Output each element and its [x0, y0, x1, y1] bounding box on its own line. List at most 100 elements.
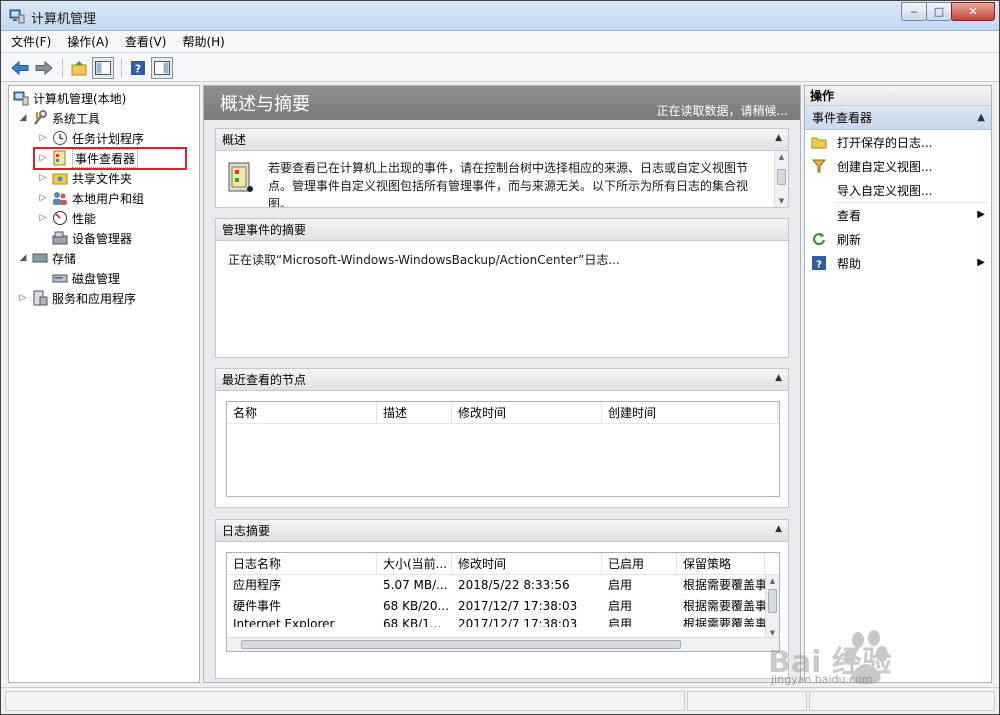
scroll-up-icon[interactable]: ▲ — [775, 151, 788, 163]
recent-nodes-section-header[interactable]: 最近查看的节点 ▲ — [216, 369, 788, 391]
back-button[interactable] — [9, 57, 31, 79]
overview-section-header[interactable]: 概述 ▲ — [216, 129, 788, 151]
minimize-button[interactable]: ‒ — [901, 2, 927, 21]
overview-header: 概述与摘要 正在读取数据，请稍候... — [204, 86, 800, 120]
column-header[interactable]: 已启用 — [602, 553, 677, 575]
collapse-arrow-icon[interactable]: ▲ — [775, 373, 782, 383]
log-table-hscrollbar[interactable] — [227, 637, 779, 651]
menu-file[interactable]: 文件(F) — [11, 33, 51, 50]
menu-view[interactable]: 查看(V) — [125, 33, 167, 50]
tree-label: 任务计划程序 — [72, 131, 145, 146]
forward-button[interactable] — [33, 57, 55, 79]
collapse-arrow-icon[interactable]: ▲ — [977, 106, 985, 130]
column-header[interactable]: 大小(当前... — [377, 553, 452, 575]
maximize-button[interactable]: □ — [926, 2, 952, 21]
action-label: 查看 — [837, 208, 862, 223]
services-icon — [33, 290, 48, 306]
menu-help[interactable]: 帮助(H) — [182, 33, 224, 50]
log-summary-section-header[interactable]: 日志摘要 ▲ — [216, 520, 788, 542]
tree-item-disk-management[interactable]: 磁盘管理 — [52, 268, 120, 288]
overview-scrollbar[interactable]: ▲ ▼ — [774, 151, 788, 207]
recent-nodes-section: 最近查看的节点 ▲ 名称 描述 修改时间 创建时间 — [215, 368, 789, 508]
expand-triangle-icon[interactable]: ▷ — [37, 173, 49, 183]
toolbar-separator — [62, 57, 63, 78]
toolbar: ? — [1, 54, 999, 82]
tree-item-shared-folders[interactable]: ▷ 共享文件夹 — [37, 168, 132, 188]
cell-enabled: 启用 — [608, 599, 633, 613]
expand-triangle-icon[interactable]: ▷ — [37, 193, 49, 203]
tree-item-local-users[interactable]: ▷ 本地用户和组 — [37, 188, 144, 208]
expand-triangle-icon[interactable]: ▷ — [37, 133, 49, 143]
collapse-triangle-icon[interactable]: ◢ — [17, 113, 29, 123]
cell-modified: 2018/5/22 8:33:56 — [458, 578, 570, 592]
table-row[interactable]: Internet Explorer 68 KB/1... 2017/12/7 1… — [227, 617, 779, 627]
tree-label: 设备管理器 — [72, 231, 133, 246]
action-create-custom-view[interactable]: 创建自定义视图... — [805, 154, 991, 178]
up-folder-icon — [71, 60, 87, 75]
admin-events-section-header[interactable]: 管理事件的摘要 — [216, 219, 788, 241]
column-header[interactable]: 名称 — [227, 402, 377, 424]
reading-log-text: 正在读取“Microsoft-Windows-WindowsBackup/Act… — [228, 253, 620, 267]
action-view[interactable]: 查看 ▶ — [805, 203, 991, 227]
collapse-triangle-icon[interactable]: ◢ — [17, 253, 29, 263]
table-row[interactable]: 硬件事件 68 KB/20... 2017/12/7 17:38:03 启用 根… — [227, 596, 779, 617]
action-label: 帮助 — [837, 256, 862, 271]
window-title: 计算机管理 — [31, 12, 97, 27]
action-refresh[interactable]: 刷新 — [805, 227, 991, 251]
action-pane-icon — [154, 60, 170, 75]
column-header[interactable]: 描述 — [377, 402, 452, 424]
tree-label: 共享文件夹 — [72, 171, 133, 186]
table-header: 名称 描述 修改时间 创建时间 — [227, 402, 779, 424]
toolbar-separator — [121, 57, 122, 78]
actions-subheader[interactable]: 事件查看器 ▲ — [805, 106, 991, 130]
close-button[interactable]: ✕ — [951, 2, 995, 21]
tree-root[interactable]: 计算机管理(本地) — [13, 88, 126, 108]
column-header[interactable]: 修改时间 — [452, 553, 602, 575]
table-row[interactable]: 应用程序 5.07 MB/... 2018/5/22 8:33:56 启用 根据… — [227, 575, 779, 596]
scroll-thumb[interactable] — [768, 589, 777, 613]
page-title: 概述与摘要 — [220, 94, 310, 115]
tree-item-system-tools[interactable]: ◢ 系统工具 — [17, 108, 100, 128]
column-header[interactable]: 日志名称 — [227, 553, 377, 575]
column-header[interactable]: 保留策略 — [677, 553, 765, 575]
tree-item-services-apps[interactable]: ▷ 服务和应用程序 — [17, 288, 136, 308]
action-import-custom-view[interactable]: 导入自定义视图... — [805, 178, 991, 202]
column-header[interactable]: 创建时间 — [602, 402, 778, 424]
action-label: 刷新 — [837, 232, 862, 247]
tree-item-task-scheduler[interactable]: ▷ 任务计划程序 — [37, 128, 144, 148]
tree-label: 计算机管理(本地) — [33, 91, 127, 106]
menu-bar: 文件(F) 操作(A) 查看(V) 帮助(H) — [1, 31, 999, 53]
section-title: 管理事件的摘要 — [222, 223, 307, 237]
show-hide-action-pane-button[interactable] — [151, 56, 173, 79]
collapse-arrow-icon[interactable]: ▲ — [775, 524, 782, 534]
tree-item-device-manager[interactable]: 设备管理器 — [52, 228, 132, 248]
expand-triangle-icon[interactable]: ▷ — [17, 293, 29, 303]
table-header: 日志名称 大小(当前... 修改时间 已启用 保留策略 — [227, 553, 779, 575]
log-summary-table: 日志名称 大小(当前... 修改时间 已启用 保留策略 应用程序 5.07 MB… — [226, 552, 780, 652]
show-hide-tree-button[interactable] — [92, 56, 114, 79]
column-header[interactable]: 修改时间 — [452, 402, 602, 424]
loading-status: 正在读取数据，请稍候... — [656, 104, 788, 118]
action-label: 导入自定义视图... — [837, 183, 933, 198]
collapse-arrow-icon[interactable]: ▲ — [775, 133, 782, 143]
scroll-down-icon[interactable]: ▼ — [775, 195, 788, 207]
tree-item-performance[interactable]: ▷ 性能 — [37, 208, 96, 228]
expand-triangle-icon[interactable]: ▷ — [37, 213, 49, 223]
computer-management-icon — [9, 9, 25, 24]
action-open-saved-log[interactable]: 打开保存的日志... — [805, 130, 991, 154]
action-help[interactable]: ? 帮助 ▶ — [805, 251, 991, 275]
tree-item-storage[interactable]: ◢ 存储 — [17, 248, 76, 268]
tree-label: 服务和应用程序 — [52, 291, 137, 306]
admin-events-section: 管理事件的摘要 正在读取“Microsoft-Windows-WindowsBa… — [215, 218, 789, 358]
recent-nodes-table: 名称 描述 修改时间 创建时间 — [226, 401, 780, 497]
overview-text: 若要查看已在计算机上出现的事件，请在控制台树中选择相应的来源、日志或自定义视图节… — [268, 161, 749, 207]
highlight-annotation-box — [33, 147, 187, 170]
title-bar[interactable]: 计算机管理 ‒ □ ✕ — [1, 1, 999, 31]
scroll-thumb[interactable] — [241, 640, 681, 649]
scroll-thumb[interactable] — [777, 169, 786, 185]
up-folder-button[interactable] — [68, 57, 90, 79]
scroll-up-icon[interactable]: ▲ — [766, 575, 779, 587]
cell-size: 68 KB/20... — [383, 599, 449, 613]
help-button[interactable]: ? — [127, 57, 149, 79]
menu-action[interactable]: 操作(A) — [67, 33, 109, 50]
